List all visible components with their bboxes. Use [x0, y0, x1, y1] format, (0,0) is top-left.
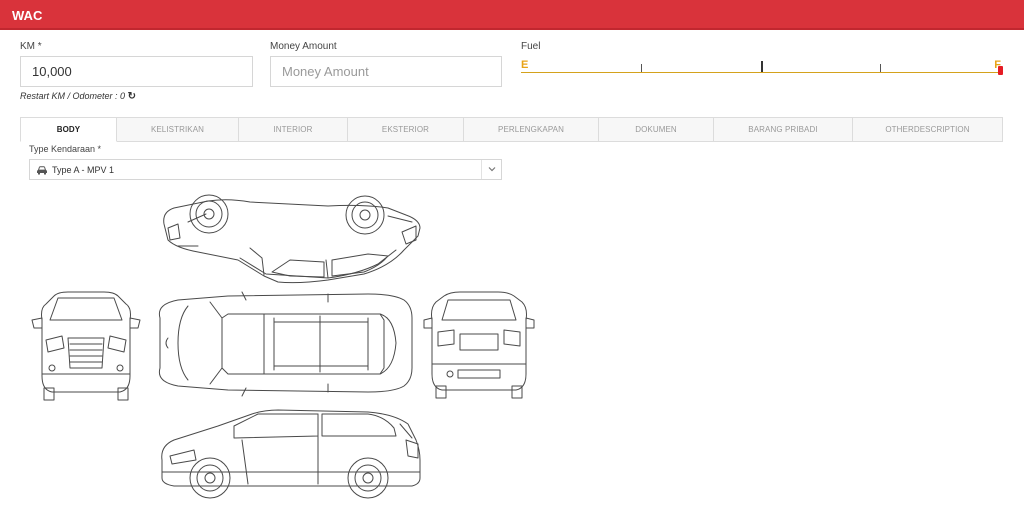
restart-odometer: Restart KM / Odometer : 0 ↻: [20, 91, 136, 102]
fuel-tick: [641, 64, 642, 72]
refresh-icon[interactable]: ↻: [128, 91, 136, 102]
km-input[interactable]: [20, 56, 253, 87]
tab-kelistrikan[interactable]: KELISTRIKAN: [117, 117, 239, 142]
restart-text: Restart KM / Odometer : 0: [20, 91, 126, 101]
tab-eksterior[interactable]: EKSTERIOR: [348, 117, 464, 142]
km-label: KM *: [20, 41, 42, 52]
car-body-diagram[interactable]: [28, 188, 544, 504]
car-top-view[interactable]: [158, 291, 413, 397]
vehicle-type-value: Type A - MPV 1: [52, 165, 115, 175]
car-rear-view[interactable]: [423, 291, 535, 399]
fuel-track: [521, 72, 1001, 73]
tab-otherdescription[interactable]: OTHERDESCRIPTION: [853, 117, 1003, 142]
tab-dokumen[interactable]: DOKUMEN: [599, 117, 714, 142]
tab-barang-pribadi[interactable]: BARANG PRIBADI: [714, 117, 853, 142]
app-header: WAC: [0, 0, 1024, 30]
page-title: WAC: [12, 8, 43, 23]
vehicle-type-label: Type Kendaraan *: [29, 144, 102, 154]
tab-perlengkapan[interactable]: PERLENGKAPAN: [464, 117, 599, 142]
money-label: Money Amount: [270, 41, 337, 52]
tab-body[interactable]: BODY: [20, 117, 117, 142]
car-side-view-bottom[interactable]: [161, 409, 421, 499]
fuel-tick: [880, 64, 881, 72]
inspection-tabs: BODY KELISTRIKAN INTERIOR EKSTERIOR PERL…: [20, 117, 1003, 142]
chevron-down-icon[interactable]: [488, 166, 496, 172]
fuel-empty-mark: E: [521, 59, 529, 71]
select-divider: [481, 160, 482, 179]
car-side-view-top[interactable]: [163, 194, 421, 284]
car-front-view[interactable]: [31, 291, 141, 401]
fuel-slider[interactable]: E F: [521, 58, 1003, 78]
fuel-tick-half: [761, 61, 763, 72]
car-icon: [37, 166, 47, 175]
tab-interior[interactable]: INTERIOR: [239, 117, 348, 142]
fuel-label: Fuel: [521, 41, 541, 52]
money-input[interactable]: [270, 56, 502, 87]
vehicle-type-select[interactable]: Type A - MPV 1: [29, 159, 502, 180]
fuel-handle[interactable]: [998, 66, 1003, 75]
